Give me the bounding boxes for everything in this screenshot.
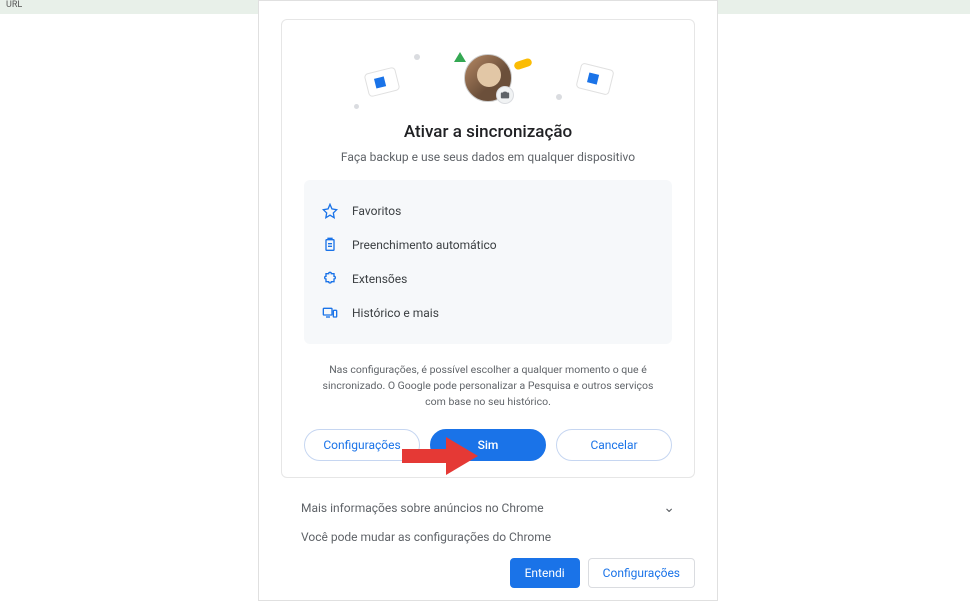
more-info-expander[interactable]: Mais informações sobre anúncios no Chrom…: [259, 490, 717, 520]
feature-label: Preenchimento automático: [352, 238, 497, 252]
understood-button[interactable]: Entendi: [510, 558, 580, 588]
illustration-dot: [556, 94, 562, 100]
illustration-card-right: [575, 62, 614, 95]
hero-illustration: [304, 38, 672, 118]
feature-extensions: Extensões: [322, 262, 654, 296]
yes-button[interactable]: Sim: [430, 429, 546, 461]
clipboard-icon: [322, 237, 338, 253]
info-line: Você pode mudar as configurações do Chro…: [259, 520, 717, 558]
dialog-button-row: Configurações Sim Cancelar: [304, 429, 672, 461]
feature-label: Favoritos: [352, 204, 401, 218]
cancel-button[interactable]: Cancelar: [556, 429, 672, 461]
footer-button-row: Entendi Configurações: [259, 558, 717, 588]
camera-badge-icon: [496, 86, 514, 104]
illustration-card-left: [364, 66, 401, 97]
illustration-pill: [513, 57, 533, 70]
footer-settings-button[interactable]: Configurações: [588, 558, 695, 588]
puzzle-icon: [322, 271, 338, 287]
avatar-wrapper: [464, 54, 512, 102]
disclaimer-text: Nas configurações, é possível escolher a…: [316, 362, 660, 409]
feature-autofill: Preenchimento automático: [322, 228, 654, 262]
feature-label: Extensões: [352, 272, 407, 286]
more-info-label: Mais informações sobre anúncios no Chrom…: [301, 501, 544, 515]
sync-dialog: Ativar a sincronização Faça backup e use…: [281, 19, 695, 478]
feature-label: Histórico e mais: [352, 306, 439, 320]
settings-button[interactable]: Configurações: [304, 429, 420, 461]
star-icon: [322, 203, 338, 219]
devices-icon: [322, 305, 338, 321]
chevron-down-icon: ⌄: [663, 500, 675, 516]
feature-favorites: Favoritos: [322, 194, 654, 228]
dialog-subtitle: Faça backup e use seus dados em qualquer…: [304, 150, 672, 164]
dialog-title: Ativar a sincronização: [304, 122, 672, 142]
feature-list: Favoritos Preenchimento automático Exten…: [304, 180, 672, 344]
illustration-dot: [354, 104, 359, 109]
feature-history: Histórico e mais: [322, 296, 654, 330]
sync-onboarding-card: Ativar a sincronização Faça backup e use…: [258, 0, 718, 601]
illustration-dot: [414, 54, 420, 60]
